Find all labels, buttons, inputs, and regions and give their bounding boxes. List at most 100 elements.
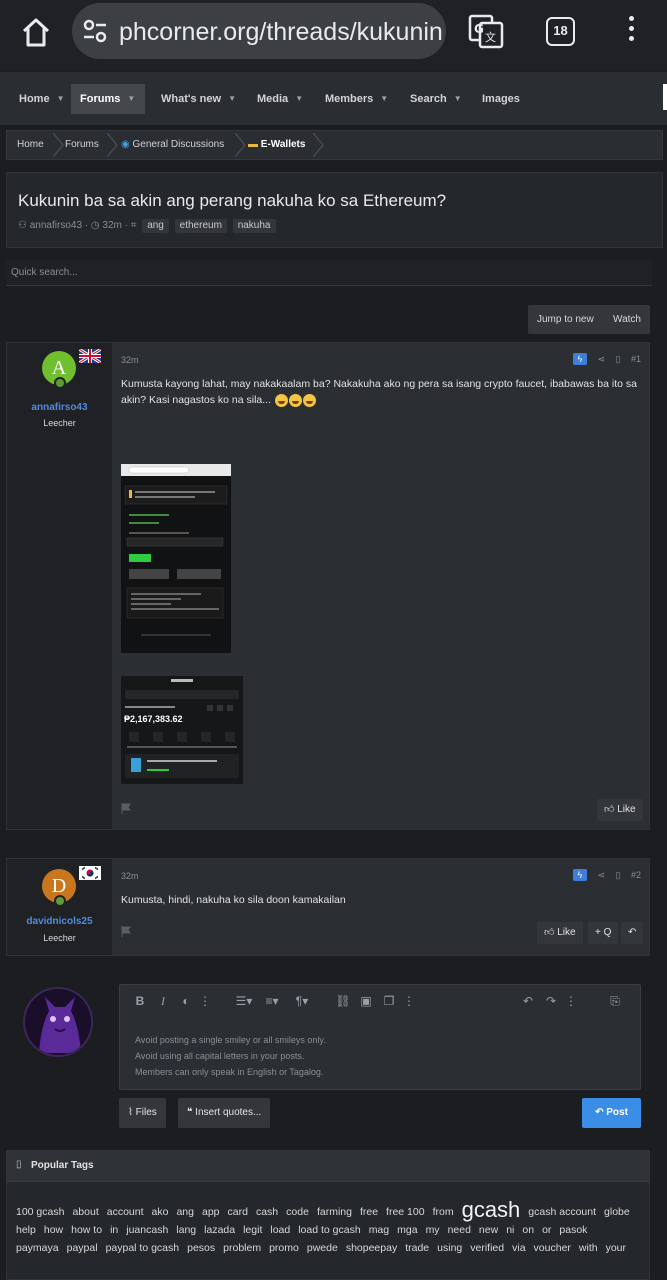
- tag-link[interactable]: ni: [506, 1221, 514, 1239]
- post-time[interactable]: 32m: [121, 355, 139, 365]
- thread-author[interactable]: annafirso43: [30, 220, 82, 231]
- media-icon[interactable]: ❐: [381, 993, 397, 1009]
- tag-link[interactable]: or: [542, 1221, 551, 1239]
- palette-icon[interactable]: ◐: [178, 993, 194, 1009]
- report-flag-icon[interactable]: [121, 803, 131, 814]
- post-time[interactable]: 32m: [121, 871, 139, 881]
- tag-link[interactable]: gcash: [462, 1199, 521, 1221]
- address-bar[interactable]: phcorner.org/threads/kukunin: [72, 3, 446, 59]
- nav-members[interactable]: Members ▼: [316, 84, 397, 114]
- quick-search-input[interactable]: [6, 260, 652, 284]
- tag-link[interactable]: farming: [317, 1203, 352, 1221]
- tag-link[interactable]: gcash account: [528, 1203, 596, 1221]
- tag-link[interactable]: card: [228, 1203, 248, 1221]
- reply-editor[interactable]: B I ◐ ⋮ ☰▾ ≡▾ ¶▾ ⛓ ▣ ❐ ⋮ ↶ ↷ ⋮ ⎘ Avoid p…: [119, 984, 641, 1090]
- tag-link[interactable]: how to: [71, 1221, 102, 1239]
- tag-link[interactable]: using: [437, 1239, 462, 1257]
- thread-tag[interactable]: ang: [142, 219, 169, 233]
- tag-link[interactable]: ang: [176, 1203, 194, 1221]
- more-text-options-icon[interactable]: ⋮: [197, 993, 213, 1009]
- lightning-icon[interactable]: ϟ: [572, 869, 587, 881]
- avatar[interactable]: [23, 987, 93, 1057]
- breadcrumb-e-wallets[interactable]: ▬ E-Wallets: [248, 131, 305, 159]
- tag-link[interactable]: problem: [223, 1239, 261, 1257]
- bold-icon[interactable]: B: [132, 993, 148, 1009]
- tag-link[interactable]: on: [522, 1221, 534, 1239]
- tag-link[interactable]: code: [286, 1203, 309, 1221]
- tag-link[interactable]: lazada: [204, 1221, 235, 1239]
- tag-link[interactable]: verified: [470, 1239, 504, 1257]
- chevron-down-icon[interactable]: ▼: [380, 84, 388, 114]
- tag-link[interactable]: with: [579, 1239, 598, 1257]
- preview-icon[interactable]: ⎘: [607, 993, 623, 1009]
- tag-link[interactable]: voucher: [534, 1239, 571, 1257]
- link-icon[interactable]: ⛓: [335, 993, 351, 1009]
- nav-whats-new[interactable]: What's new ▼: [152, 84, 245, 114]
- align-icon[interactable]: ≡▾: [260, 993, 284, 1009]
- tag-link[interactable]: my: [426, 1221, 440, 1239]
- tag-link[interactable]: via: [512, 1239, 525, 1257]
- tag-link[interactable]: app: [202, 1203, 220, 1221]
- tag-link[interactable]: shopeepay: [346, 1239, 397, 1257]
- tag-link[interactable]: legit: [243, 1221, 262, 1239]
- nav-forums[interactable]: Forums ▼: [71, 84, 145, 114]
- nav-images[interactable]: Images: [473, 84, 529, 114]
- breadcrumb-forums[interactable]: Forums: [65, 131, 99, 159]
- tag-link[interactable]: account: [107, 1203, 144, 1221]
- chevron-down-icon[interactable]: ▼: [228, 84, 236, 114]
- tag-link[interactable]: paymaya: [16, 1239, 59, 1257]
- tag-link[interactable]: 100 gcash: [16, 1203, 64, 1221]
- image-icon[interactable]: ▣: [358, 993, 374, 1009]
- chevron-down-icon[interactable]: ▼: [57, 84, 65, 114]
- tag-link[interactable]: new: [479, 1221, 498, 1239]
- tag-link[interactable]: load to gcash: [298, 1221, 360, 1239]
- tag-link[interactable]: help: [16, 1221, 36, 1239]
- breadcrumb-general-discussions[interactable]: ◉ General Discussions: [121, 131, 224, 159]
- chevron-down-icon[interactable]: ▼: [454, 84, 462, 114]
- post-username[interactable]: annafirso43: [7, 402, 112, 413]
- tag-link[interactable]: pesos: [187, 1239, 215, 1257]
- tag-link[interactable]: free 100: [386, 1203, 425, 1221]
- tag-link[interactable]: from: [433, 1203, 454, 1221]
- post-number[interactable]: #1: [631, 354, 641, 364]
- list-icon[interactable]: ☰▾: [232, 993, 256, 1009]
- chevron-down-icon[interactable]: ▼: [127, 84, 135, 114]
- share-icon[interactable]: ⋖: [597, 870, 605, 881]
- post-number[interactable]: #2: [631, 870, 641, 880]
- report-flag-icon[interactable]: [121, 926, 131, 937]
- more-editor-options-icon[interactable]: ⋮: [563, 993, 579, 1009]
- share-icon[interactable]: ⋖: [597, 354, 605, 365]
- jump-to-new-button[interactable]: Jump to new: [537, 305, 594, 334]
- lightning-icon[interactable]: ϟ: [572, 353, 587, 365]
- chevron-down-icon[interactable]: ▼: [295, 84, 303, 114]
- watch-button[interactable]: Watch: [613, 305, 641, 334]
- nav-home[interactable]: Home ▼: [10, 84, 73, 114]
- tag-link[interactable]: in: [110, 1221, 118, 1239]
- paragraph-icon[interactable]: ¶▾: [290, 993, 314, 1009]
- tag-link[interactable]: promo: [269, 1239, 299, 1257]
- tag-link[interactable]: pasok: [559, 1221, 587, 1239]
- tag-link[interactable]: paypal: [67, 1239, 98, 1257]
- nav-media[interactable]: Media ▼: [248, 84, 312, 114]
- more-insert-options-icon[interactable]: ⋮: [401, 993, 417, 1009]
- tag-link[interactable]: pwede: [307, 1239, 338, 1257]
- quote-button[interactable]: + Q: [588, 922, 619, 944]
- site-settings-icon[interactable]: [82, 19, 108, 43]
- tag-link[interactable]: ako: [152, 1203, 169, 1221]
- tag-link[interactable]: your: [606, 1239, 626, 1257]
- bookmark-icon[interactable]: ▯: [616, 354, 621, 365]
- tag-link[interactable]: how: [44, 1221, 63, 1239]
- thread-time[interactable]: 32m: [102, 220, 121, 231]
- files-button[interactable]: ⌇ Files: [119, 1098, 166, 1128]
- tag-link[interactable]: trade: [405, 1239, 429, 1257]
- thread-tag[interactable]: ethereum: [174, 219, 227, 233]
- tag-link[interactable]: mga: [397, 1221, 417, 1239]
- attachment-wallet-screenshot[interactable]: ₱2,167,383.62: [121, 676, 243, 784]
- redo-icon[interactable]: ↷: [543, 993, 559, 1009]
- tag-link[interactable]: globe: [604, 1203, 630, 1221]
- home-icon[interactable]: [18, 14, 54, 50]
- attachment-faucet-screenshot[interactable]: [121, 464, 231, 653]
- insert-quotes-button[interactable]: ❝ Insert quotes...: [178, 1098, 271, 1128]
- tag-link[interactable]: mag: [369, 1221, 389, 1239]
- post-reply-button[interactable]: ↶ Post: [582, 1098, 641, 1128]
